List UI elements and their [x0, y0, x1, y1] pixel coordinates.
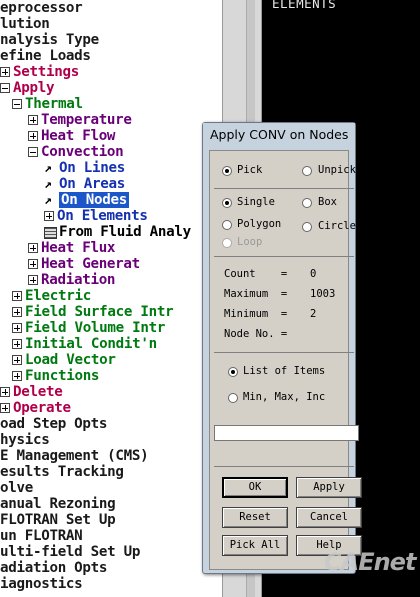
maximum-value: 1003	[310, 288, 336, 300]
node-no-label: Node No. =	[224, 328, 288, 340]
single-radio[interactable]	[222, 198, 232, 208]
tree-item-label: On Areas	[59, 176, 125, 192]
tree-item-label: On Nodes	[59, 192, 129, 208]
count-label: Count =	[224, 268, 288, 280]
expand-icon[interactable]	[44, 211, 54, 221]
maximum-label: Maximum =	[224, 288, 288, 300]
tree-item-label: Electric	[25, 288, 91, 304]
tree-item-label: Functions	[25, 368, 100, 384]
minimum-value: 2	[310, 308, 317, 320]
table-icon	[44, 227, 57, 239]
tree-item-label: esults Tracking	[0, 464, 124, 480]
tree-item-label: efine Loads	[0, 48, 91, 64]
tree-item-label: Delete	[13, 384, 63, 400]
polygon-radio[interactable]	[222, 220, 232, 230]
list-of-items-label: List of Items	[243, 365, 326, 377]
reset-button[interactable]: Reset	[222, 507, 288, 528]
minimum-label: Minimum =	[224, 308, 288, 320]
divider	[214, 256, 354, 257]
pick-entry-input[interactable]	[214, 425, 359, 441]
tree-item-label: oad Step Opts	[0, 416, 108, 432]
tree-item-label: un FLOTRAN	[0, 528, 83, 544]
pick-arrow-icon: ↗	[44, 177, 52, 192]
ok-button[interactable]: OK	[222, 477, 288, 498]
tree-item-label: From Fluid Analy	[59, 224, 191, 240]
circle-radio[interactable]	[302, 222, 312, 232]
expand-icon[interactable]	[0, 403, 10, 413]
expand-icon[interactable]	[12, 307, 22, 317]
unpick-radio[interactable]	[302, 166, 312, 176]
min-max-inc-label: Min, Max, Inc	[243, 391, 326, 403]
expand-icon[interactable]	[28, 275, 38, 285]
expand-icon[interactable]	[0, 67, 10, 77]
loop-radio	[222, 238, 232, 248]
divider	[214, 188, 354, 189]
expand-icon[interactable]	[28, 131, 38, 141]
collapse-icon[interactable]	[12, 99, 22, 109]
tree-item-label: nalysis Type	[0, 32, 99, 48]
unpick-label: Unpick	[318, 164, 356, 176]
tree-item-label: Initial Condit'n	[25, 336, 157, 352]
expand-icon[interactable]	[12, 291, 22, 301]
tree-item-label: Settings	[13, 64, 79, 80]
expand-icon[interactable]	[28, 243, 38, 253]
collapse-icon[interactable]	[28, 147, 38, 157]
polygon-label: Polygon	[237, 218, 282, 230]
count-value: 0	[310, 268, 317, 280]
single-label: Single	[237, 196, 275, 208]
cancel-button[interactable]: Cancel	[296, 507, 362, 528]
min-max-inc-radio[interactable]	[228, 393, 238, 403]
pick-radio[interactable]	[222, 166, 232, 176]
apply-button[interactable]: Apply	[296, 477, 362, 498]
tree-item-label: Heat Flux	[41, 240, 116, 256]
tree-item-label: E Management (CMS)	[0, 448, 149, 464]
tree-item-label: hysics	[0, 432, 50, 448]
loop-label: Loop	[237, 236, 263, 248]
pick-arrow-icon: ↗	[44, 161, 52, 176]
tree-item-label: On Elements	[57, 208, 148, 224]
pick-all-button[interactable]: Pick All	[222, 535, 288, 556]
pick-label: Pick	[237, 164, 263, 176]
list-of-items-radio[interactable]	[228, 367, 238, 377]
pick-arrow-icon: ↗	[44, 193, 52, 208]
expand-icon[interactable]	[12, 371, 22, 381]
graphics-title: ELEMENTS	[272, 0, 337, 11]
tree-item-label: Operate	[13, 400, 71, 416]
box-label: Box	[318, 196, 337, 208]
tree-item-label: anual Rezoning	[0, 496, 116, 512]
tree-item-label: Temperature	[41, 112, 132, 128]
tree-item-label: Thermal	[25, 96, 83, 112]
tree-item-label: FLOTRAN Set Up	[0, 512, 116, 528]
menu-tree: eprocessor lution nalysis Type efine Loads S…	[0, 0, 222, 597]
expand-icon[interactable]	[12, 323, 22, 333]
tree-item-label: Field Volume Intr	[25, 320, 166, 336]
expand-icon[interactable]	[28, 115, 38, 125]
tree-item-label: Radiation	[41, 272, 116, 288]
tree-item-label: lution	[0, 16, 50, 32]
tree-item-label: On Lines	[59, 160, 125, 176]
expand-icon[interactable]	[28, 259, 38, 269]
divider	[214, 352, 354, 353]
expand-icon[interactable]	[12, 339, 22, 349]
tree-item-label: Convection	[41, 144, 124, 160]
dialog-title: Apply CONV on Nodes	[210, 127, 349, 142]
tree-item-label: Field Surface Intr	[25, 304, 174, 320]
tree-item-label: eprocessor	[0, 0, 83, 16]
tree-item-label: Heat Generat	[41, 256, 140, 272]
tree-item-label: olve	[0, 480, 33, 496]
tree-item-label: Apply	[13, 80, 55, 96]
collapse-icon[interactable]	[0, 83, 10, 93]
caenet-watermark-logo: CAEnet	[324, 548, 416, 576]
tree-item-label: Load Vector	[25, 352, 116, 368]
divider	[214, 466, 354, 467]
tree-item-label: iagnostics	[0, 576, 83, 592]
circle-label: Circle	[318, 220, 356, 232]
tree-item-label: adiation Opts	[0, 560, 108, 576]
expand-icon[interactable]	[12, 355, 22, 365]
box-radio[interactable]	[302, 198, 312, 208]
tree-item-label: ulti-field Set Up	[0, 544, 141, 560]
tree-item-label: Heat Flow	[41, 128, 116, 144]
expand-icon[interactable]	[0, 387, 10, 397]
dialog-titlebar[interactable]: Apply CONV on Nodes	[203, 123, 355, 147]
